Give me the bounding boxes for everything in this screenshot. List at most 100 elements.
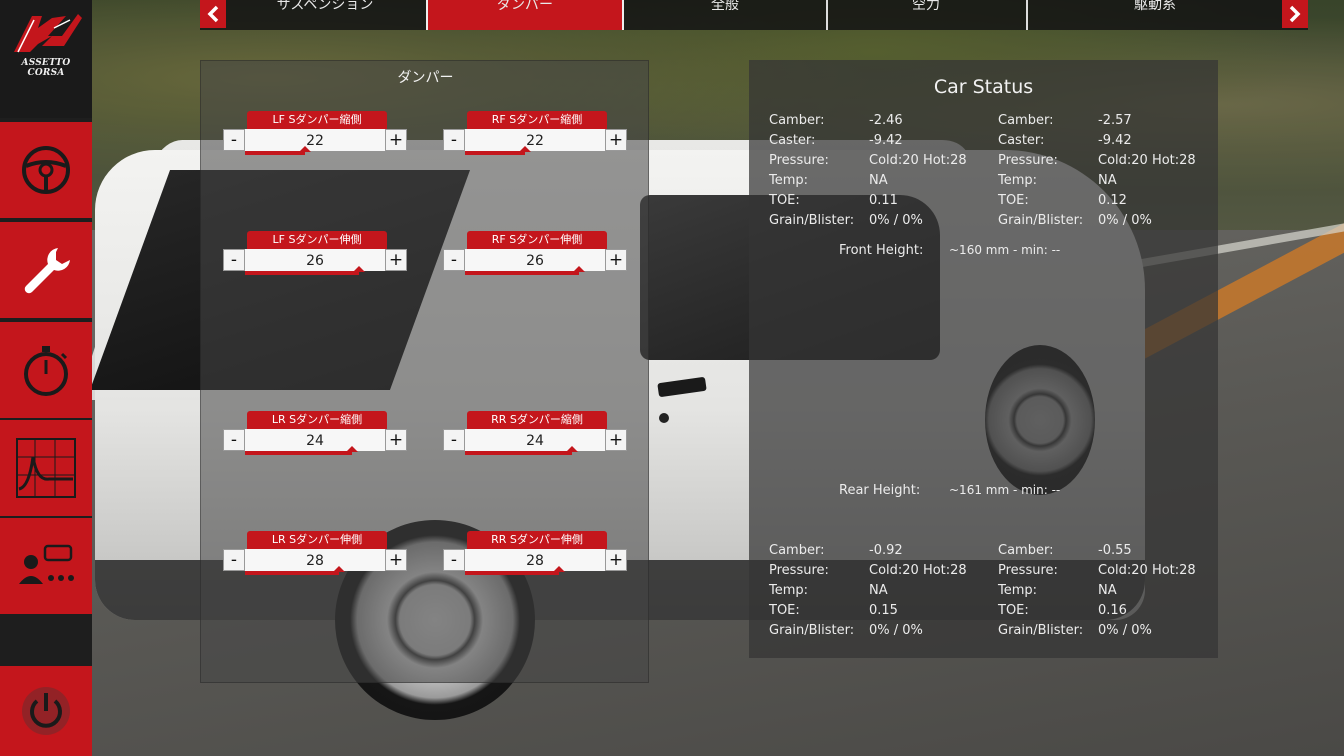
stat-value: -2.46 bbox=[869, 113, 903, 128]
value-slider[interactable] bbox=[465, 266, 585, 275]
stat-value: 0% / 0% bbox=[869, 623, 923, 638]
stat-value: NA bbox=[869, 583, 888, 598]
increase-button[interactable]: + bbox=[385, 129, 407, 151]
stat-key: Temp: bbox=[769, 173, 809, 188]
value-field[interactable]: 24 bbox=[245, 429, 385, 451]
decrease-button[interactable]: - bbox=[223, 249, 245, 271]
rear-height: Rear Height: ~161 mm - min: -- bbox=[839, 483, 1060, 498]
stat-key: Pressure: bbox=[998, 563, 1058, 578]
damper-control: LR Sダンパー伸側 - 28 + bbox=[223, 531, 407, 577]
stat-value: -2.57 bbox=[1098, 113, 1132, 128]
telemetry-chart-icon bbox=[16, 438, 76, 498]
tab-damper[interactable]: ダンパー bbox=[426, 0, 624, 30]
damper-control: LF Sダンパー伸側 - 26 + bbox=[223, 231, 407, 277]
stat-value: 0% / 0% bbox=[869, 213, 923, 228]
rear-height-label: Rear Height: bbox=[839, 483, 921, 498]
increase-button[interactable]: + bbox=[605, 549, 627, 571]
value-slider[interactable] bbox=[465, 566, 565, 575]
tab-label: 駆動系 bbox=[1134, 0, 1176, 13]
tab-label: 全般 bbox=[711, 0, 739, 13]
damper-control: LF Sダンパー縮側 - 22 + bbox=[223, 111, 407, 157]
value-slider[interactable] bbox=[465, 446, 578, 455]
value-field[interactable]: 28 bbox=[245, 549, 385, 571]
increase-button[interactable]: + bbox=[605, 129, 627, 151]
front-height: Front Height: ~160 mm - min: -- bbox=[839, 243, 1060, 258]
stat-value: 0.16 bbox=[1098, 603, 1127, 618]
sidebar-telemetry-button[interactable] bbox=[0, 420, 92, 516]
chevron-left-icon bbox=[207, 5, 219, 23]
value-slider[interactable] bbox=[245, 446, 358, 455]
rear-height-value: ~161 mm - min: -- bbox=[949, 483, 1061, 497]
value-slider[interactable] bbox=[245, 566, 345, 575]
stat-key: TOE: bbox=[769, 193, 800, 208]
decrease-button[interactable]: - bbox=[443, 129, 465, 151]
decrease-button[interactable]: - bbox=[443, 249, 465, 271]
stopwatch-icon bbox=[24, 346, 68, 396]
power-icon bbox=[22, 687, 70, 735]
stat-key: Grain/Blister: bbox=[998, 623, 1084, 638]
app-logo: ASSETTO CORSA bbox=[0, 0, 92, 118]
value-slider[interactable] bbox=[245, 146, 311, 155]
tab-prev-button[interactable] bbox=[200, 0, 226, 28]
tab-label: 空力 bbox=[912, 0, 940, 13]
stat-value: Cold:20 Hot:28 bbox=[869, 563, 967, 578]
tab-suspension[interactable]: サスペンション bbox=[226, 0, 424, 30]
tab-general[interactable]: 全般 bbox=[626, 0, 824, 30]
sidebar-setup-button[interactable] bbox=[0, 222, 92, 318]
assetto-corsa-logo-icon bbox=[14, 14, 82, 53]
control-label: RF Sダンパー縮側 bbox=[467, 111, 607, 129]
damper-control: RR Sダンパー伸側 - 28 + bbox=[443, 531, 627, 577]
increase-button[interactable]: + bbox=[605, 249, 627, 271]
stat-value: NA bbox=[869, 173, 888, 188]
stat-value: -0.55 bbox=[1098, 543, 1132, 558]
stat-value: Cold:20 Hot:28 bbox=[869, 153, 967, 168]
value-field[interactable]: 22 bbox=[245, 129, 385, 151]
damper-control: RF Sダンパー縮側 - 22 + bbox=[443, 111, 627, 157]
damper-control: RF Sダンパー伸側 - 26 + bbox=[443, 231, 627, 277]
value-slider[interactable] bbox=[465, 146, 531, 155]
control-label: RR Sダンパー縮側 bbox=[467, 411, 607, 429]
value-field[interactable]: 22 bbox=[465, 129, 605, 151]
status-title: Car Status bbox=[933, 76, 1034, 98]
tab-aero[interactable]: 空力 bbox=[826, 0, 1024, 30]
panel-title: ダンパー bbox=[397, 70, 454, 86]
sidebar-drivers-button[interactable] bbox=[0, 518, 92, 614]
stat-key: Camber: bbox=[769, 543, 825, 558]
tab-drivetrain[interactable]: 駆動系 bbox=[1026, 0, 1282, 30]
steering-wheel-icon bbox=[22, 146, 70, 194]
wrench-icon bbox=[24, 248, 70, 294]
tab-label: ダンパー bbox=[497, 0, 553, 13]
increase-button[interactable]: + bbox=[385, 249, 407, 271]
control-label: LF Sダンパー縮側 bbox=[247, 111, 387, 129]
sidebar-power-button[interactable] bbox=[0, 666, 92, 756]
stat-value: 0.15 bbox=[869, 603, 898, 618]
value-field[interactable]: 28 bbox=[465, 549, 605, 571]
decrease-button[interactable]: - bbox=[443, 429, 465, 451]
control-label: LF Sダンパー伸側 bbox=[247, 231, 387, 249]
stat-key: TOE: bbox=[998, 603, 1029, 618]
car-keyhole bbox=[659, 413, 669, 423]
increase-button[interactable]: + bbox=[605, 429, 627, 451]
value-field[interactable]: 24 bbox=[465, 429, 605, 451]
increase-button[interactable]: + bbox=[385, 549, 407, 571]
value-slider[interactable] bbox=[245, 266, 365, 275]
stat-key: Camber: bbox=[998, 113, 1054, 128]
decrease-button[interactable]: - bbox=[223, 429, 245, 451]
stat-key: Grain/Blister: bbox=[769, 623, 855, 638]
stat-key: Pressure: bbox=[998, 153, 1058, 168]
sidebar-drive-button[interactable] bbox=[0, 122, 92, 218]
decrease-button[interactable]: - bbox=[223, 549, 245, 571]
stat-key: TOE: bbox=[998, 193, 1029, 208]
stat-key: TOE: bbox=[769, 603, 800, 618]
tab-next-button[interactable] bbox=[1282, 0, 1308, 28]
stat-key: Temp: bbox=[769, 583, 809, 598]
stat-key: Temp: bbox=[998, 583, 1038, 598]
damper-control: RR Sダンパー縮側 - 24 + bbox=[443, 411, 627, 457]
control-label: LR Sダンパー縮側 bbox=[247, 411, 387, 429]
decrease-button[interactable]: - bbox=[223, 129, 245, 151]
increase-button[interactable]: + bbox=[385, 429, 407, 451]
decrease-button[interactable]: - bbox=[443, 549, 465, 571]
stat-key: Pressure: bbox=[769, 563, 829, 578]
damper-panel: ダンパー LF Sダンパー縮側 - 22 + RF Sダンパー縮側 - 22 +… bbox=[200, 60, 649, 683]
sidebar-timing-button[interactable] bbox=[0, 322, 92, 418]
